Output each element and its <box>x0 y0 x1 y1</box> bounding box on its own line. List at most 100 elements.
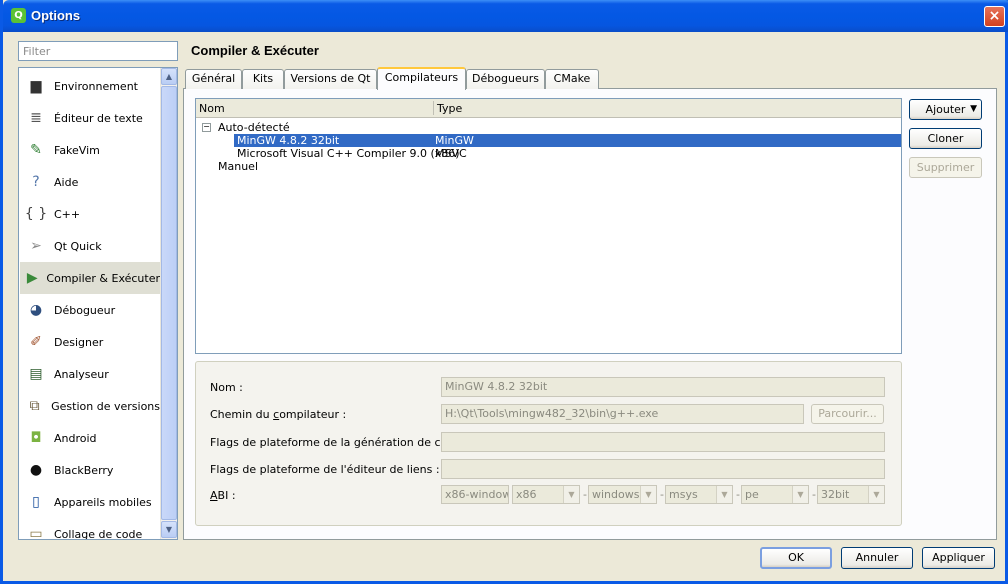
filter-input[interactable] <box>18 41 178 61</box>
sidebar-item[interactable]: ▆ Environnement <box>20 70 160 102</box>
compiler-tree[interactable]: Nom Type − Auto-détecté MinGW 4.8.2 32bi… <box>195 98 902 354</box>
clone-button[interactable]: Cloner <box>909 128 982 149</box>
tab-compilers[interactable]: Compilateurs <box>377 67 466 90</box>
tab-kits[interactable]: Kits <box>242 69 284 89</box>
chevron-down-icon: ▼ <box>563 486 579 503</box>
close-icon: × <box>988 8 1001 24</box>
chevron-up-icon: ▲ <box>165 72 173 81</box>
window-title: Options <box>31 8 81 23</box>
sidebar-item[interactable]: ⧉ Gestion de versions <box>20 390 160 422</box>
tree-group-label: Manuel <box>218 160 258 173</box>
tab-qt-versions[interactable]: Versions de Qt <box>284 69 377 89</box>
category-list-scrollbar[interactable]: ▲ ▼ <box>160 68 177 539</box>
monitor-icon: ▆ <box>30 78 42 94</box>
sidebar-item[interactable]: ✎ FakeVim <box>20 134 160 166</box>
sidebar-item[interactable]: ▯ Appareils mobiles <box>20 486 160 518</box>
abi-os-select[interactable]: windows ▼ <box>588 485 657 504</box>
tree-group-auto-detected[interactable]: − Auto-détecté <box>196 121 901 134</box>
build-run-icon: ▶ <box>26 270 38 286</box>
scroll-up-button[interactable]: ▲ <box>161 68 177 85</box>
tree-row[interactable]: MinGW 4.8.2 32bit MinGW <box>234 134 901 147</box>
sidebar-item[interactable]: ◘ Android <box>20 422 160 454</box>
browse-button[interactable]: Parcourir... <box>811 404 884 424</box>
chevron-down-icon: ▼ <box>640 486 656 503</box>
abi-format-select[interactable]: pe ▼ <box>741 485 809 504</box>
compiler-path-label: Chemin du compilateur : <box>210 408 347 421</box>
abi-select[interactable]: x86-windows-msys-pe-32bit <box>441 485 509 504</box>
tree-row[interactable]: Microsoft Visual C++ Compiler 9.0 (x86) … <box>196 147 901 160</box>
sidebar-item[interactable]: ▭ Collage de code <box>20 518 160 540</box>
add-button[interactable]: Ajouter ▼ <box>909 99 982 120</box>
abi-separator: - <box>660 488 664 501</box>
page-title: Compiler & Exécuter <box>191 43 319 58</box>
scrollbar-thumb[interactable] <box>161 86 177 520</box>
compiler-type: MinGW <box>435 134 474 147</box>
tree-group-manual[interactable]: Manuel <box>196 160 901 173</box>
sidebar-item-label: Designer <box>54 335 104 349</box>
sidebar-item[interactable]: ▤ Analyseur <box>20 358 160 390</box>
sidebar-item[interactable]: ≣ Éditeur de texte <box>20 102 160 134</box>
sidebar-item-label: Compiler & Exécuter <box>46 271 160 285</box>
sidebar-item-label: Gestion de versions <box>51 399 160 413</box>
fakevim-icon: ✎ <box>30 142 42 158</box>
sidebar-item-label: Android <box>54 431 97 445</box>
abi-separator: - <box>812 488 816 501</box>
options-dialog: Q Options × ▆ Environnement ≣ Éditeur de te… <box>0 0 1008 584</box>
codegen-flags-field[interactable] <box>441 432 885 452</box>
mobile-device-icon: ▯ <box>32 494 40 510</box>
help-icon: ? <box>32 174 40 190</box>
abi-width-select[interactable]: 32bit ▼ <box>817 485 885 504</box>
sidebar-item[interactable]: ▶ Compiler & Exécuter <box>20 262 160 294</box>
sidebar-item[interactable]: ● BlackBerry <box>20 454 160 486</box>
tab-general[interactable]: Général <box>185 69 242 89</box>
android-icon: ◘ <box>30 430 42 446</box>
tab-cmake[interactable]: CMake <box>545 69 599 89</box>
dropdown-arrow-icon: ▼ <box>970 104 977 114</box>
tree-header: Nom Type <box>196 99 901 118</box>
sidebar-item-label: Environnement <box>54 79 138 93</box>
cancel-button[interactable]: Annuler <box>841 547 913 569</box>
column-header-name[interactable]: Nom <box>199 102 225 115</box>
compiler-path-field[interactable]: H:\Qt\Tools\mingw482_32\bin\g++.exe <box>441 404 804 424</box>
sidebar-item[interactable]: ✐ Designer <box>20 326 160 358</box>
apply-button[interactable]: Appliquer <box>922 547 995 569</box>
linker-flags-field[interactable] <box>441 459 885 479</box>
chevron-down-icon: ▼ <box>868 486 884 503</box>
close-button[interactable]: × <box>984 6 1005 27</box>
cpp-braces-icon: { } <box>24 206 48 222</box>
abi-separator: - <box>583 488 587 501</box>
ok-button[interactable]: OK <box>760 547 832 569</box>
tab-debuggers[interactable]: Débogueurs <box>466 69 545 89</box>
compiler-name: Microsoft Visual C++ Compiler 9.0 (x86) <box>237 147 460 160</box>
sidebar-item-label: Collage de code <box>54 527 143 540</box>
version-control-icon: ⧉ <box>29 398 40 414</box>
paper-plane-icon: ➢ <box>30 238 42 254</box>
column-header-type[interactable]: Type <box>437 102 462 115</box>
abi-separator: - <box>736 488 740 501</box>
abi-flavor-select[interactable]: msys ▼ <box>665 485 733 504</box>
debugger-icon: ◕ <box>29 302 43 318</box>
sidebar-item-label: Aide <box>54 175 79 189</box>
sidebar-item[interactable]: ? Aide <box>20 166 160 198</box>
sidebar-item-label: C++ <box>54 207 81 221</box>
compiler-type: MSVC <box>435 147 467 160</box>
sidebar-item-label: Appareils mobiles <box>54 495 152 509</box>
remove-button[interactable]: Supprimer <box>909 157 982 178</box>
blackberry-icon: ● <box>29 462 43 478</box>
sidebar-item[interactable]: ➢ Qt Quick <box>20 230 160 262</box>
sidebar-item-label: Analyseur <box>54 367 109 381</box>
name-field[interactable]: MinGW 4.8.2 32bit <box>441 377 885 397</box>
sidebar-item[interactable]: ◕ Débogueur <box>20 294 160 326</box>
sidebar-item[interactable]: { } C++ <box>20 198 160 230</box>
sidebar-item-label: Débogueur <box>54 303 116 317</box>
abi-architecture-select[interactable]: x86 ▼ <box>512 485 580 504</box>
sidebar-item-label: Qt Quick <box>54 239 102 253</box>
linker-flags-label: Flags de plateforme de l'éditeur de lien… <box>210 463 440 476</box>
title-bar[interactable]: Q Options × <box>3 0 1008 32</box>
chevron-down-icon: ▼ <box>165 525 173 534</box>
collapse-icon[interactable]: − <box>202 123 211 132</box>
chevron-down-icon: ▼ <box>792 486 808 503</box>
category-list[interactable]: ▆ Environnement ≣ Éditeur de texte ✎ FakeVim?… <box>18 67 178 540</box>
name-label: Nom : <box>210 381 243 394</box>
scroll-down-button[interactable]: ▼ <box>161 521 177 538</box>
